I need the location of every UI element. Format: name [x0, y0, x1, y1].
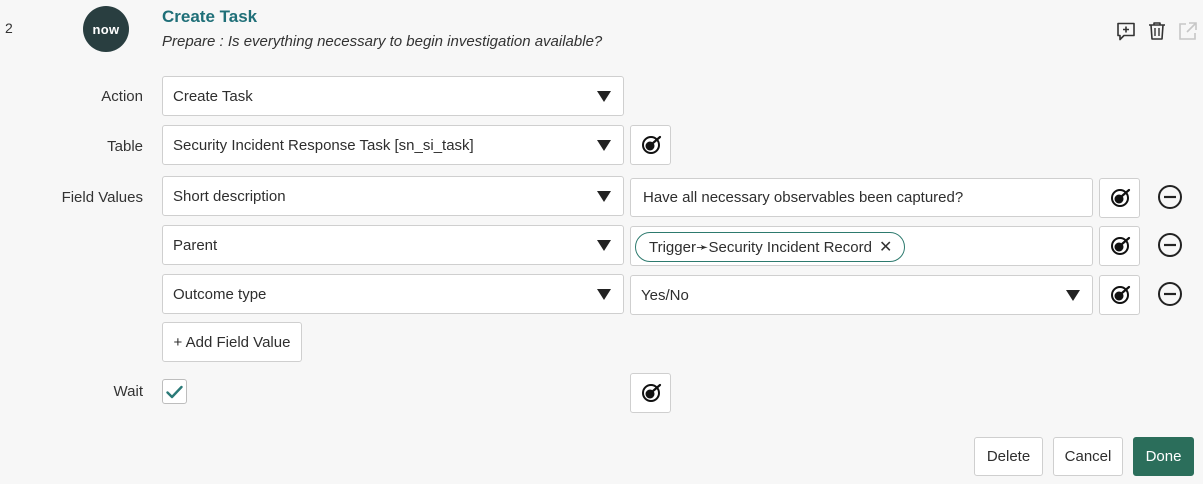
chevron-down-icon [597, 191, 611, 202]
step-title[interactable]: Create Task [162, 7, 257, 27]
close-icon[interactable]: ✕ [879, 237, 892, 257]
done-button[interactable]: Done [1133, 437, 1194, 476]
data-pill-label: Trigger➛Security Incident Record [649, 239, 872, 256]
minus-circle-icon [1158, 282, 1182, 306]
cancel-button[interactable]: Cancel [1053, 437, 1123, 476]
action-select[interactable]: Create Task [162, 76, 624, 116]
field-select-value: Outcome type [173, 285, 267, 303]
minus-circle-icon [1158, 233, 1182, 257]
table-select-value: Security Incident Response Task [sn_si_t… [173, 136, 474, 154]
row-data-pill-picker-button[interactable] [1099, 226, 1140, 266]
outcome-type-value-select[interactable]: Yes/No [630, 275, 1093, 315]
wait-label: Wait [113, 383, 143, 400]
chevron-down-icon [597, 140, 611, 151]
action-select-value: Create Task [173, 87, 253, 105]
row-data-pill-picker-button[interactable] [1099, 178, 1140, 218]
data-pill[interactable]: Trigger➛Security Incident Record ✕ [635, 232, 906, 262]
short-description-value-input[interactable] [630, 178, 1093, 217]
field-select-value: Parent [173, 236, 218, 254]
step-subtitle: Prepare : Is everything necessary to beg… [162, 33, 603, 50]
row-data-pill-picker-button[interactable] [1099, 275, 1140, 315]
table-label: Table [107, 138, 143, 155]
chevron-down-icon [597, 240, 611, 251]
field-select-parent[interactable]: Parent [162, 225, 624, 265]
remove-row-button[interactable] [1157, 232, 1183, 258]
field-select-outcome-type[interactable]: Outcome type [162, 274, 624, 314]
chevron-down-icon [1066, 290, 1080, 301]
step-number: 2 [5, 20, 13, 36]
field-values-label: Field Values [61, 189, 143, 206]
chevron-down-icon [597, 289, 611, 300]
checkmark-icon [166, 385, 183, 398]
external-link-icon [1177, 20, 1199, 42]
parent-value-field[interactable]: Trigger➛Security Incident Record ✕ [630, 226, 1093, 266]
field-select-value: Short description [173, 187, 286, 205]
action-label: Action [101, 88, 143, 105]
field-select-short-description[interactable]: Short description [162, 176, 624, 216]
add-field-value-button[interactable]: + Add Field Value [162, 322, 302, 362]
delete-button[interactable]: Delete [974, 437, 1043, 476]
chevron-down-icon [597, 91, 611, 102]
logo-text: now [92, 21, 120, 37]
table-data-pill-picker-button[interactable] [630, 125, 671, 165]
trash-icon[interactable] [1146, 20, 1168, 42]
wait-checkbox[interactable] [162, 379, 187, 404]
wait-data-pill-picker-button[interactable] [630, 373, 671, 413]
servicenow-logo: now [83, 6, 129, 52]
minus-circle-icon [1158, 185, 1182, 209]
add-comment-icon[interactable] [1115, 20, 1137, 42]
remove-row-button[interactable] [1157, 184, 1183, 210]
outcome-type-value: Yes/No [641, 286, 689, 304]
remove-row-button[interactable] [1157, 281, 1183, 307]
table-select[interactable]: Security Incident Response Task [sn_si_t… [162, 125, 624, 165]
